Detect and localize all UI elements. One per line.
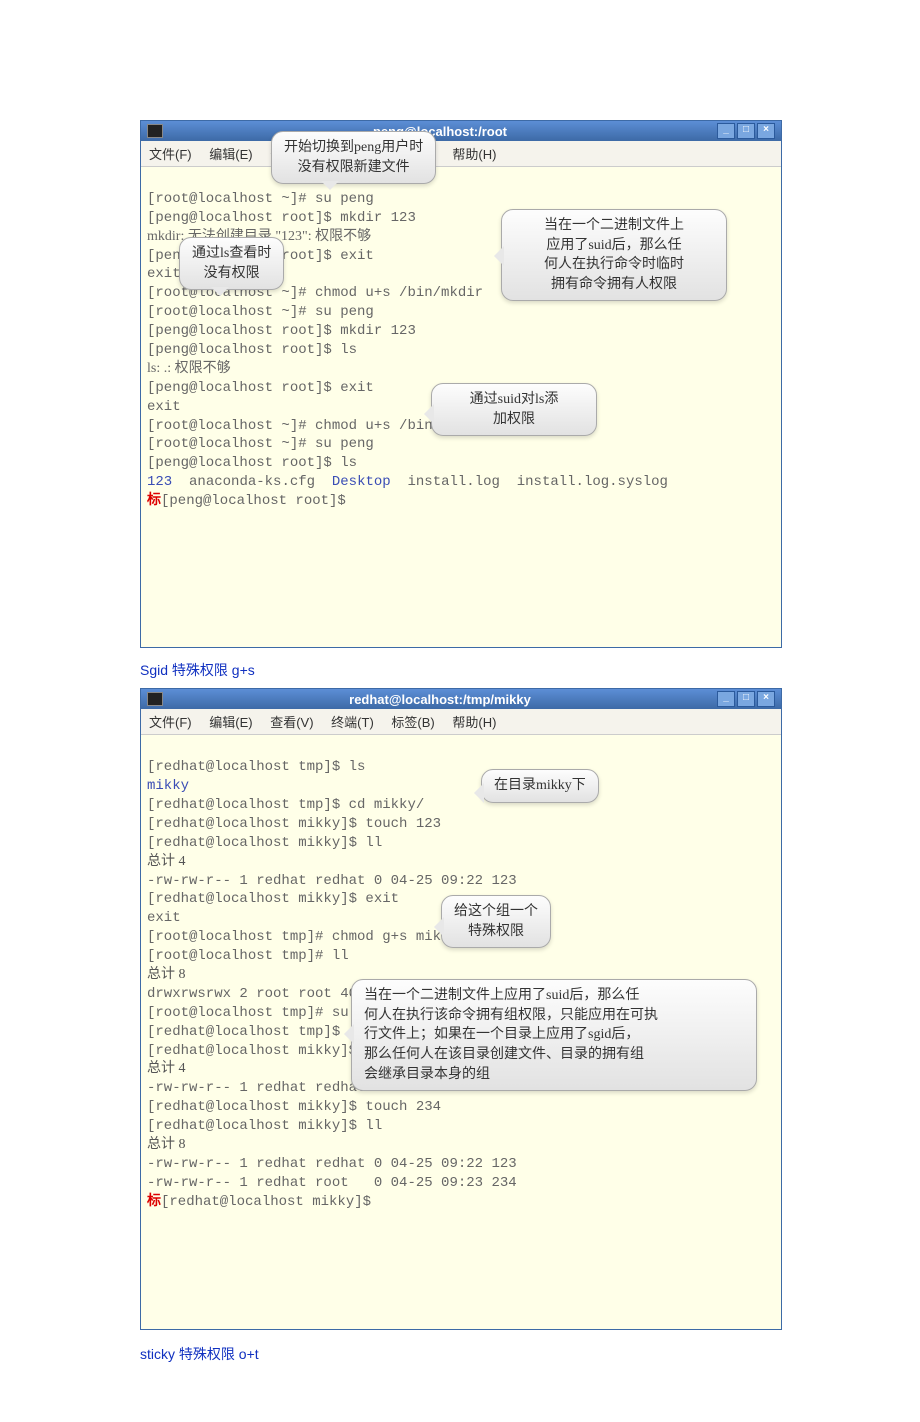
callout-peng-start: 开始切换到peng用户时 没有权限新建文件 [271,131,436,184]
menu-help[interactable]: 帮助(H) [452,715,496,730]
line: [peng@localhost root]$ mkdir 123 [147,323,416,339]
menu-tabs[interactable]: 标签(B) [391,715,434,730]
menu-file[interactable]: 文件(F) [149,715,192,730]
line: [redhat@localhost mikky]$ ll [147,1043,382,1059]
cursor-mark: 标 [147,493,161,509]
line: -rw-rw-r-- 1 redhat redhat 0 04-25 09:22… [147,1156,517,1172]
line: [peng@localhost root]$ exit [147,380,374,396]
ls-item: install.log.syslog [517,474,668,490]
line: [peng@localhost root]$ ls [147,455,357,471]
line: [root@localhost ~]# su peng [147,304,374,320]
close-button[interactable]: × [757,691,775,707]
caption-sticky: sticky 特殊权限 o+t [140,1344,920,1364]
terminal-icon [147,124,163,138]
line: [root@localhost ~]# chmod u+s /bin/ls [147,418,458,434]
line: [peng@localhost root]$ ls [147,342,357,358]
window-title-2: redhat@localhost:/tmp/mikky [163,692,717,707]
line: [root@localhost tmp]# chmod g+s mikky/ [147,929,466,945]
line: [redhat@localhost mikky]$ touch 123 [147,816,441,832]
line: 总计 8 [147,967,186,982]
callout-suid-ls: 通过suid对ls添 加权限 [431,383,597,436]
callout-in-mikky: 在目录mikky下 [481,769,599,803]
window-title-1: peng@localhost:/root [163,124,717,139]
line: -rw-rw-r-- 1 redhat root 0 04-25 09:23 2… [147,1175,517,1191]
menu-edit[interactable]: 编辑(E) [209,147,252,162]
maximize-button[interactable]: □ [737,691,755,707]
line: [redhat@localhost mikky]$ ll [147,835,382,851]
ls-item: Desktop [332,474,391,490]
menubar-1: 文件(F) 编辑(E) 查看(V) 终端(T) 标签(B) 帮助(H) [141,141,781,167]
line: [root@localhost ~]# su peng [147,191,374,207]
minimize-button[interactable]: _ [717,123,735,139]
minimize-button[interactable]: _ [717,691,735,707]
callout-group-perm: 给这个组一个 特殊权限 [441,895,551,948]
titlebar-2: redhat@localhost:/tmp/mikky _ □ × [141,689,781,709]
titlebar-1: peng@localhost:/root _ □ × [141,121,781,141]
line: [peng@localhost root]$ mkdir 123 [147,210,416,226]
line: [redhat@localhost mikky]$ ll [147,1118,382,1134]
caption-sgid: Sgid 特殊权限 g+s [140,660,920,680]
terminal-body-2[interactable]: [redhat@localhost tmp]$ ls mikky [redhat… [141,735,781,1329]
menu-edit[interactable]: 编辑(E) [209,715,252,730]
ls-item: install.log [408,474,500,490]
callout-ls-deny: 通过ls查看时 没有权限 [179,237,284,290]
menu-help[interactable]: 帮助(H) [452,147,496,162]
close-button[interactable]: × [757,123,775,139]
line: ls: .: 权限不够 [147,361,231,376]
line: exit [147,399,181,415]
maximize-button[interactable]: □ [737,123,755,139]
line: [redhat@localhost mikky]$ exit [147,891,399,907]
callout-suid-explain: 当在一个二进制文件上 应用了suid后，那么任 何人在执行命令时临时 拥有命令拥… [501,209,727,301]
terminal-window-1: peng@localhost:/root _ □ × 文件(F) 编辑(E) 查… [140,120,782,648]
line: [redhat@localhost mikky]$ touch 234 [147,1099,441,1115]
prompt: [peng@localhost root]$ [161,493,346,509]
line: exit [147,266,181,282]
menu-terminal[interactable]: 终端(T) [331,715,374,730]
menu-view[interactable]: 查看(V) [270,715,313,730]
terminal-icon [147,692,163,706]
line: 总计 8 [147,1137,186,1152]
line: exit [147,910,181,926]
terminal-window-2: redhat@localhost:/tmp/mikky _ □ × 文件(F) … [140,688,782,1330]
line: 总计 4 [147,854,186,869]
line: [redhat@localhost tmp]$ cd mikky/ [147,797,424,813]
ls-item: anaconda-ks.cfg [189,474,315,490]
line: [redhat@localhost tmp]$ ls [147,759,365,775]
callout-sgid-explain: 当在一个二进制文件上应用了suid后，那么任 何人在执行该命令拥有组权限，只能应… [351,979,757,1091]
ls-item: 123 [147,474,172,490]
terminal-body-1[interactable]: [root@localhost ~]# su peng [peng@localh… [141,167,781,647]
line: [root@localhost ~]# su peng [147,436,374,452]
menu-file[interactable]: 文件(F) [149,147,192,162]
prompt: [redhat@localhost mikky]$ [161,1194,371,1210]
cursor-mark: 标 [147,1194,161,1210]
line: [root@localhost tmp]# ll [147,948,349,964]
line: -rw-rw-r-- 1 redhat redhat 0 04-25 09:22… [147,873,517,889]
line: 总计 4 [147,1061,186,1076]
menubar-2: 文件(F) 编辑(E) 查看(V) 终端(T) 标签(B) 帮助(H) [141,709,781,735]
line: mikky [147,778,189,794]
